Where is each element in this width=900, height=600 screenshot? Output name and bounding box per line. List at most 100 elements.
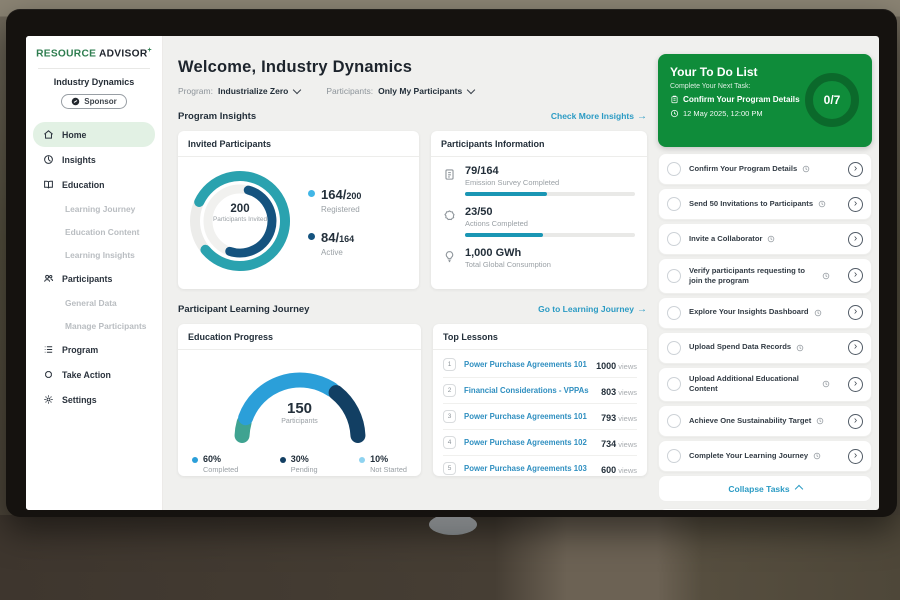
sidebar-item-general-data[interactable]: General Data bbox=[33, 291, 155, 314]
clock-icon bbox=[822, 272, 830, 280]
legend-value: 164/ bbox=[321, 187, 346, 202]
sidebar-item-manage-participants[interactable]: Manage Participants bbox=[33, 314, 155, 337]
todo-progress-ring: 0/7 bbox=[805, 73, 859, 127]
sidebar-item-program[interactable]: Program bbox=[33, 337, 155, 362]
top-lessons-card: Top Lessons 1Power Purchase Agreements 1… bbox=[433, 324, 647, 476]
survey-icon bbox=[443, 168, 456, 181]
task-chevron-button[interactable]: › bbox=[848, 305, 863, 320]
sidebar-item-education-content[interactable]: Education Content bbox=[33, 220, 155, 243]
go-to-learning-journey-link[interactable]: Go to Learning Journey→ bbox=[538, 304, 647, 315]
program-filter-dropdown[interactable]: Industrialize Zero bbox=[218, 86, 300, 96]
info-value: 1,000 GWh bbox=[465, 247, 635, 259]
lesson-row: 2Financial Considerations - VPPAs803 vie… bbox=[443, 378, 637, 404]
check-more-insights-link[interactable]: Check More Insights→ bbox=[551, 111, 647, 122]
sidebar-item-settings[interactable]: Settings bbox=[33, 387, 155, 412]
sidebar-item-label: Learning Insights bbox=[43, 250, 135, 260]
chevron-down-icon bbox=[293, 85, 301, 93]
info-row: 1,000 GWhTotal Global Consumption bbox=[443, 247, 635, 269]
bulb-icon bbox=[443, 250, 456, 263]
task-chevron-button[interactable]: › bbox=[848, 232, 863, 247]
collapse-tasks-button[interactable]: Collapse Tasks bbox=[658, 475, 872, 502]
info-row: 23/50Actions Completed bbox=[443, 206, 635, 237]
sidebar-item-learning-insights[interactable]: Learning Insights bbox=[33, 243, 155, 266]
task-chevron-button[interactable]: › bbox=[848, 449, 863, 464]
info-row: 79/164Emission Survey Completed bbox=[443, 165, 635, 196]
todo-task-row: Confirm Your Program Details› bbox=[658, 153, 872, 185]
lesson-views-suffix: views bbox=[616, 362, 637, 371]
arrow-right-icon: → bbox=[637, 304, 647, 315]
task-checkbox[interactable] bbox=[667, 232, 681, 246]
legend-item: 164/200Registered bbox=[308, 186, 361, 214]
todo-task-row: Upload Spend Data Records› bbox=[658, 332, 872, 364]
task-checkbox[interactable] bbox=[667, 269, 681, 283]
app-logo: RESOURCE ADVISOR+ bbox=[26, 47, 162, 59]
todo-header-card: Your To Do List Complete Your Next Task:… bbox=[658, 54, 872, 147]
education-progress-card: Education Progress 150 Participants 60%C… bbox=[178, 324, 421, 476]
lesson-views-count: 600 bbox=[601, 465, 616, 475]
lesson-rank: 5 bbox=[443, 462, 456, 475]
pinfo-rows: 79/164Emission Survey Completed 23/50Acti… bbox=[431, 157, 647, 269]
sidebar-item-label: Take Action bbox=[62, 370, 111, 380]
task-label: Verify participants requesting to join t… bbox=[689, 266, 817, 287]
todo-task-row: Explore Your Insights Dashboard› bbox=[658, 297, 872, 329]
sidebar-item-take-action[interactable]: Take Action bbox=[33, 362, 155, 387]
card-title: Invited Participants bbox=[178, 131, 419, 157]
task-checkbox[interactable] bbox=[667, 449, 681, 463]
sidebar-item-learning-journey[interactable]: Learning Journey bbox=[33, 197, 155, 220]
task-checkbox[interactable] bbox=[667, 341, 681, 355]
task-chevron-button[interactable]: › bbox=[848, 414, 863, 429]
clock-icon bbox=[816, 417, 824, 425]
clock-icon bbox=[814, 309, 822, 317]
legend-item: 30%Pending bbox=[280, 454, 318, 474]
org-name: Industry Dynamics bbox=[26, 77, 162, 87]
clock-icon bbox=[822, 380, 830, 388]
chevron-down-icon bbox=[467, 85, 475, 93]
lesson-title-link[interactable]: Financial Considerations - VPPAs bbox=[464, 386, 601, 395]
lesson-title-link[interactable]: Power Purchase Agreements 103 bbox=[464, 464, 601, 473]
task-checkbox[interactable] bbox=[667, 414, 681, 428]
lesson-title-link[interactable]: Power Purchase Agreements 101 bbox=[464, 412, 601, 421]
sidebar-item-education[interactable]: Education bbox=[33, 172, 155, 197]
program-insights-title: Program Insights bbox=[178, 111, 256, 122]
recent-news-title: Recent News bbox=[658, 509, 872, 510]
participants-information-card: Participants Information 79/164Emission … bbox=[431, 131, 647, 289]
task-chevron-button[interactable]: › bbox=[848, 197, 863, 212]
task-checkbox[interactable] bbox=[667, 162, 681, 176]
education-icon bbox=[43, 179, 54, 190]
clock-icon bbox=[813, 452, 821, 460]
filter-bar: Program: Industrialize Zero Participants… bbox=[178, 86, 647, 96]
lesson-title-link[interactable]: Power Purchase Agreements 102 bbox=[464, 438, 601, 447]
brand-primary: RESOURCE bbox=[36, 48, 96, 59]
clipboard-icon bbox=[670, 95, 679, 104]
legend-value: 84/ bbox=[321, 230, 339, 245]
sidebar-item-participants[interactable]: Participants bbox=[33, 266, 155, 291]
lesson-row: 5Power Purchase Agreements 103600 views bbox=[443, 456, 637, 481]
sidebar-item-label: Participants bbox=[62, 274, 112, 284]
sidebar-item-label: Education Content bbox=[43, 227, 139, 237]
info-label: Total Global Consumption bbox=[465, 260, 635, 269]
task-checkbox[interactable] bbox=[667, 306, 681, 320]
task-chevron-button[interactable]: › bbox=[848, 162, 863, 177]
monitor-bezel: RESOURCE ADVISOR+ Industry Dynamics Spon… bbox=[6, 9, 897, 517]
sidebar-item-insights[interactable]: Insights bbox=[33, 147, 155, 172]
clock-icon bbox=[767, 235, 775, 243]
todo-task-row: Achieve One Sustainability Target› bbox=[658, 405, 872, 437]
link-text: Go to Learning Journey bbox=[538, 304, 634, 314]
invited-participants-card: Invited Participants 200 Participants In… bbox=[178, 131, 419, 289]
legend-label: Not Started bbox=[370, 465, 407, 474]
task-chevron-button[interactable]: › bbox=[848, 268, 863, 283]
sidebar-item-home[interactable]: Home bbox=[33, 122, 155, 147]
lesson-row: 1Power Purchase Agreements 1011000 views bbox=[443, 352, 637, 378]
learning-journey-title: Participant Learning Journey bbox=[178, 304, 309, 315]
participants-filter-dropdown[interactable]: Only My Participants bbox=[378, 86, 474, 96]
info-value: 23/50 bbox=[465, 206, 635, 218]
task-chevron-button[interactable]: › bbox=[848, 377, 863, 392]
todo-task-row: Complete Your Learning Journey› bbox=[658, 440, 872, 472]
lesson-title-link[interactable]: Power Purchase Agreements 101 bbox=[464, 360, 596, 369]
task-checkbox[interactable] bbox=[667, 377, 681, 391]
task-checkbox[interactable] bbox=[667, 197, 681, 211]
todo-next-task: Confirm Your Program Details bbox=[683, 95, 800, 104]
progress-fill bbox=[465, 192, 547, 196]
task-chevron-button[interactable]: › bbox=[848, 340, 863, 355]
invited-legend: 164/200Registered84/164Active bbox=[308, 186, 361, 257]
